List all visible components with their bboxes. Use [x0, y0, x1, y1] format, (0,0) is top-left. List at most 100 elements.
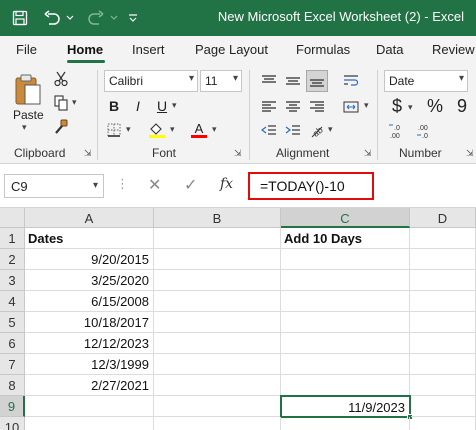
tab-page-layout[interactable]: Page Layout [195, 42, 268, 57]
cell-c7[interactable] [281, 354, 410, 375]
increase-indent-icon[interactable] [282, 120, 304, 142]
undo-dropdown-icon[interactable] [64, 8, 76, 28]
redo-icon[interactable] [86, 8, 106, 28]
underline-dropdown-icon[interactable]: ▾ [172, 100, 177, 111]
cell-b2[interactable] [154, 249, 281, 270]
copy-icon[interactable] [52, 94, 70, 112]
currency-dropdown-icon[interactable]: ▾ [408, 102, 413, 113]
cell-d7[interactable] [410, 354, 476, 375]
column-header-b[interactable]: B [154, 208, 281, 228]
paste-dropdown-icon[interactable]: ▾ [22, 122, 27, 133]
cell-a1[interactable]: Dates [25, 228, 154, 249]
align-right-icon[interactable] [306, 96, 328, 118]
tab-review[interactable]: Review [432, 42, 475, 57]
cell-d2[interactable] [410, 249, 476, 270]
cell-d9[interactable] [411, 396, 476, 417]
row-header-3[interactable]: 3 [0, 270, 25, 291]
wrap-text-icon[interactable] [340, 70, 362, 92]
align-left-icon[interactable] [258, 96, 280, 118]
cell-b6[interactable] [154, 333, 281, 354]
cell-c5[interactable] [281, 312, 410, 333]
cell-b4[interactable] [154, 291, 281, 312]
align-center-icon[interactable] [282, 96, 304, 118]
column-header-d[interactable]: D [410, 208, 476, 228]
cell-b9[interactable] [154, 396, 281, 417]
font-color-dropdown-icon[interactable]: ▾ [212, 124, 217, 135]
save-icon[interactable] [10, 8, 30, 28]
merge-dropdown-icon[interactable]: ▾ [364, 100, 369, 111]
cell-b5[interactable] [154, 312, 281, 333]
underline-icon[interactable]: U [152, 96, 172, 116]
cell-c9[interactable]: 11/9/2023 [280, 395, 411, 418]
fill-color-dropdown-icon[interactable]: ▾ [170, 124, 175, 135]
cell-d8[interactable] [410, 375, 476, 396]
italic-icon[interactable]: I [128, 96, 148, 116]
cell-d6[interactable] [410, 333, 476, 354]
cell-a2[interactable]: 9/20/2015 [25, 249, 154, 270]
customize-toolbar-icon[interactable] [126, 8, 140, 28]
cell-d4[interactable] [410, 291, 476, 312]
cell-b1[interactable] [154, 228, 281, 249]
row-header-1[interactable]: 1 [0, 228, 25, 249]
orientation-dropdown-icon[interactable]: ▾ [328, 124, 333, 135]
copy-dropdown-icon[interactable]: ▾ [72, 97, 77, 108]
currency-icon[interactable]: $ [386, 94, 408, 118]
number-launcher-icon[interactable]: ⇲ [466, 148, 474, 159]
row-header-2[interactable]: 2 [0, 249, 25, 270]
tab-data[interactable]: Data [376, 42, 403, 57]
font-color-icon[interactable]: A [188, 120, 210, 140]
row-header-9[interactable]: 9 [0, 396, 25, 417]
cut-icon[interactable] [52, 70, 70, 88]
cell-c4[interactable] [281, 291, 410, 312]
borders-dropdown-icon[interactable]: ▾ [126, 124, 131, 135]
tab-home[interactable]: Home [67, 42, 103, 57]
comma-style-icon[interactable]: 9 [452, 94, 472, 118]
insert-function-icon[interactable]: fx [220, 176, 233, 192]
font-launcher-icon[interactable]: ⇲ [234, 148, 242, 159]
font-size-select[interactable]: 11 ▾ [200, 70, 242, 92]
cell-c8[interactable] [281, 375, 410, 396]
cell-c1[interactable]: Add 10 Days [281, 228, 410, 249]
cell-c6[interactable] [281, 333, 410, 354]
tab-formulas[interactable]: Formulas [296, 42, 350, 57]
column-header-c[interactable]: C [281, 208, 410, 228]
bold-icon[interactable]: B [104, 96, 124, 116]
bottom-align-icon[interactable] [306, 70, 328, 92]
format-painter-icon[interactable] [52, 118, 70, 136]
cell-a10[interactable] [25, 417, 154, 430]
row-header-5[interactable]: 5 [0, 312, 25, 333]
cell-d10[interactable] [410, 417, 476, 430]
paste-label[interactable]: Paste [13, 108, 44, 122]
redo-dropdown-icon[interactable] [108, 8, 120, 28]
font-name-select[interactable]: Calibri ▾ [104, 70, 198, 92]
cell-a9[interactable] [25, 396, 154, 417]
cell-b7[interactable] [154, 354, 281, 375]
paste-icon[interactable] [10, 72, 46, 108]
row-header-8[interactable]: 8 [0, 375, 25, 396]
cell-a7[interactable]: 12/3/1999 [25, 354, 154, 375]
decrease-indent-icon[interactable] [258, 120, 280, 142]
number-format-select[interactable]: Date ▾ [384, 70, 468, 92]
clipboard-launcher-icon[interactable]: ⇲ [84, 148, 92, 159]
cell-d5[interactable] [410, 312, 476, 333]
cell-a6[interactable]: 12/12/2023 [25, 333, 154, 354]
middle-align-icon[interactable] [282, 70, 304, 92]
formula-input[interactable]: =TODAY()-10 [248, 172, 374, 200]
enter-icon[interactable]: ✓ [184, 175, 197, 195]
cell-c2[interactable] [281, 249, 410, 270]
row-header-10[interactable]: 10 [0, 417, 25, 430]
cell-a4[interactable]: 6/15/2008 [25, 291, 154, 312]
cell-d1[interactable] [410, 228, 476, 249]
cell-a3[interactable]: 3/25/2020 [25, 270, 154, 291]
borders-icon[interactable] [104, 120, 124, 140]
row-header-7[interactable]: 7 [0, 354, 25, 375]
decrease-decimal-icon[interactable]: .00.0 [414, 120, 438, 142]
fill-color-icon[interactable] [146, 120, 168, 140]
select-all-corner[interactable] [0, 208, 25, 228]
alignment-launcher-icon[interactable]: ⇲ [364, 148, 372, 159]
percent-icon[interactable]: % [424, 94, 446, 118]
row-header-6[interactable]: 6 [0, 333, 25, 354]
merge-center-icon[interactable] [340, 96, 362, 118]
tab-file[interactable]: File [16, 42, 37, 57]
cancel-icon[interactable]: ✕ [148, 175, 161, 195]
